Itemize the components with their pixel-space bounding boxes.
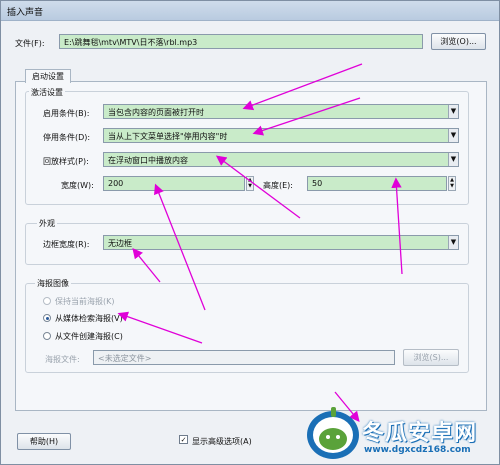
- playback-style-value: 在浮动窗口中播放内容: [108, 156, 188, 165]
- disable-condition-label: 停用条件(D):: [43, 133, 91, 142]
- appearance-group-title: 外观: [37, 218, 57, 229]
- poster-group-title: 海报图像: [35, 278, 71, 289]
- poster-file-label: 海报文件:: [45, 355, 80, 364]
- file-poster-radio[interactable]: [43, 332, 51, 340]
- border-width-value: 无边框: [108, 239, 132, 248]
- width-input[interactable]: 200: [103, 176, 245, 191]
- chevron-down-icon[interactable]: ▼: [448, 105, 458, 118]
- keep-poster-radio[interactable]: [43, 297, 51, 305]
- watermark-url: www.dgxcdz168.com: [364, 445, 471, 455]
- watermark: 冬瓜安卓网 www.dgxcdz168.com: [300, 395, 500, 465]
- poster-file-field[interactable]: <未选定文件>: [93, 350, 395, 365]
- advanced-options-checkbox[interactable]: ✓: [179, 435, 188, 444]
- window-title: 插入声音: [7, 8, 44, 18]
- media-poster-label: 从媒体检索海报(V): [55, 314, 123, 323]
- disable-condition-value: 当从上下文菜单选择"停用内容"时: [108, 132, 228, 141]
- height-label: 高度(E):: [263, 181, 293, 190]
- help-button[interactable]: 帮助(H): [17, 433, 71, 450]
- border-width-select[interactable]: 无边框 ▼: [103, 235, 459, 250]
- height-input[interactable]: 50: [307, 176, 447, 191]
- chevron-down-icon[interactable]: ▼: [448, 129, 458, 142]
- enable-condition-select[interactable]: 当包含内容的页面被打开时 ▼: [103, 104, 459, 119]
- playback-style-select[interactable]: 在浮动窗口中播放内容 ▼: [103, 152, 459, 167]
- media-poster-radio[interactable]: [43, 314, 51, 322]
- advanced-options-label: 显示高级选项(A): [192, 437, 252, 446]
- playback-style-label: 回放样式(P):: [43, 157, 89, 166]
- chevron-down-icon[interactable]: ▼: [448, 236, 458, 249]
- tab-startup-settings[interactable]: 启动设置: [25, 69, 71, 83]
- watermark-name: 冬瓜安卓网: [362, 421, 478, 446]
- file-label: 文件(F):: [15, 39, 45, 48]
- enable-condition-value: 当包含内容的页面被打开时: [108, 108, 204, 117]
- file-path-field[interactable]: E:\跳舞毯\mtv\MTV\日不落\rbl.mp3: [59, 34, 423, 49]
- keep-poster-label: 保持当前海报(K): [55, 297, 115, 306]
- chevron-down-icon[interactable]: ▼: [448, 153, 458, 166]
- activation-group-title: 激活设置: [29, 87, 65, 98]
- border-width-label: 边框宽度(R):: [43, 240, 90, 249]
- width-label: 宽度(W):: [61, 181, 94, 190]
- watermark-logo-icon: [307, 407, 359, 459]
- title-bar: 插入声音: [1, 1, 499, 21]
- width-spinner[interactable]: ▲ ▼: [246, 176, 254, 191]
- browse-file-button[interactable]: 浏览(O)...: [431, 33, 486, 50]
- browse-poster-button[interactable]: 浏览(S)...: [403, 349, 459, 366]
- disable-condition-select[interactable]: 当从上下文菜单选择"停用内容"时 ▼: [103, 128, 459, 143]
- file-poster-label: 从文件创建海报(C): [55, 332, 123, 341]
- height-spinner[interactable]: ▲ ▼: [448, 176, 456, 191]
- enable-condition-label: 启用条件(B):: [43, 109, 90, 118]
